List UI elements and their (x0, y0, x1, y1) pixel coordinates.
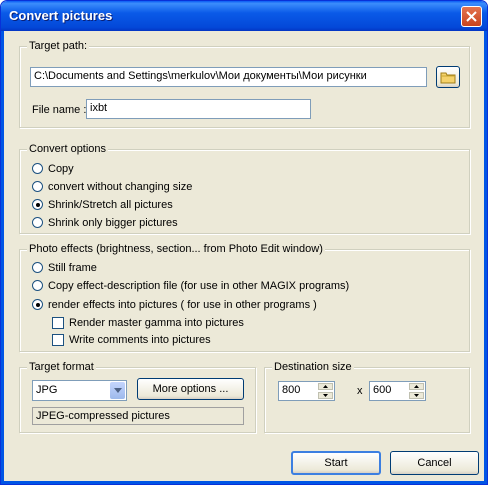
format-description: JPEG-compressed pictures (32, 407, 244, 425)
chevron-up-icon (414, 385, 419, 388)
window-frame-bottom (1, 481, 487, 484)
width-decrement-button[interactable] (318, 392, 333, 399)
more-options-button[interactable]: More options ... (137, 378, 244, 400)
size-separator: x (357, 385, 363, 397)
height-spinner (409, 383, 424, 399)
radio-convert-without-changing-size[interactable] (32, 181, 43, 192)
radio-copy-effect-description-label[interactable]: Copy effect-description file (for use in… (48, 280, 349, 292)
chevron-down-icon (414, 394, 419, 397)
target-format-legend: Target format (27, 361, 96, 373)
radio-copy[interactable] (32, 163, 43, 174)
height-spinbox[interactable]: 600 (369, 381, 426, 401)
radio-copy-effect-description[interactable] (32, 280, 43, 291)
chevron-up-icon (323, 385, 328, 388)
browse-folder-button[interactable] (436, 66, 460, 88)
radio-render-effects-label[interactable]: render effects into pictures ( for use i… (48, 299, 317, 311)
checkbox-write-comments[interactable] (52, 334, 64, 346)
target-path-legend: Target path: (27, 40, 90, 52)
radio-shrink-stretch-all[interactable] (32, 199, 43, 210)
close-button[interactable] (461, 6, 482, 27)
window-frame-left (1, 31, 4, 484)
radio-shrink-only-bigger-label[interactable]: Shrink only bigger pictures (48, 217, 178, 229)
start-button[interactable]: Start (291, 451, 381, 475)
radio-selected-dot (36, 303, 40, 307)
checkbox-write-comments-label[interactable]: Write comments into pictures (69, 334, 211, 346)
width-increment-button[interactable] (318, 383, 333, 390)
title-bar[interactable]: Convert pictures (1, 1, 487, 31)
window-frame-right (484, 31, 487, 484)
target-path-input[interactable]: C:\Documents and Settings\merkulov\Мои д… (30, 67, 427, 87)
width-spinbox[interactable]: 800 (278, 381, 335, 401)
radio-shrink-stretch-all-label[interactable]: Shrink/Stretch all pictures (48, 199, 173, 211)
convert-options-legend: Convert options (27, 143, 109, 155)
radio-still-frame[interactable] (32, 262, 43, 273)
format-select-arrow[interactable] (110, 382, 125, 399)
chevron-down-icon (113, 388, 122, 393)
radio-convert-without-changing-size-label[interactable]: convert without changing size (48, 181, 192, 193)
width-value: 800 (282, 384, 301, 396)
height-increment-button[interactable] (409, 383, 424, 390)
radio-still-frame-label[interactable]: Still frame (48, 262, 97, 274)
width-spinner (318, 383, 333, 399)
format-select-value: JPG (36, 384, 58, 396)
chevron-down-icon (323, 394, 328, 397)
convert-pictures-dialog: Convert pictures Target path: C:\Documen… (0, 0, 488, 485)
radio-render-effects[interactable] (32, 299, 43, 310)
file-name-label: File name : (32, 104, 87, 116)
checkbox-render-master-gamma-label[interactable]: Render master gamma into pictures (69, 317, 244, 329)
destination-size-legend: Destination size (272, 361, 354, 373)
height-value: 600 (373, 384, 392, 396)
radio-selected-dot (36, 203, 40, 207)
checkbox-render-master-gamma[interactable] (52, 317, 64, 329)
cancel-button[interactable]: Cancel (390, 451, 479, 475)
photo-effects-legend: Photo effects (brightness, section... fr… (27, 243, 325, 255)
format-select[interactable]: JPG (32, 380, 127, 401)
radio-copy-label[interactable]: Copy (48, 163, 74, 175)
file-name-input[interactable]: ixbt (86, 99, 311, 119)
window-title: Convert pictures (9, 8, 113, 23)
height-decrement-button[interactable] (409, 392, 424, 399)
folder-icon (440, 72, 456, 84)
radio-shrink-only-bigger[interactable] (32, 217, 43, 228)
close-icon (466, 11, 477, 22)
